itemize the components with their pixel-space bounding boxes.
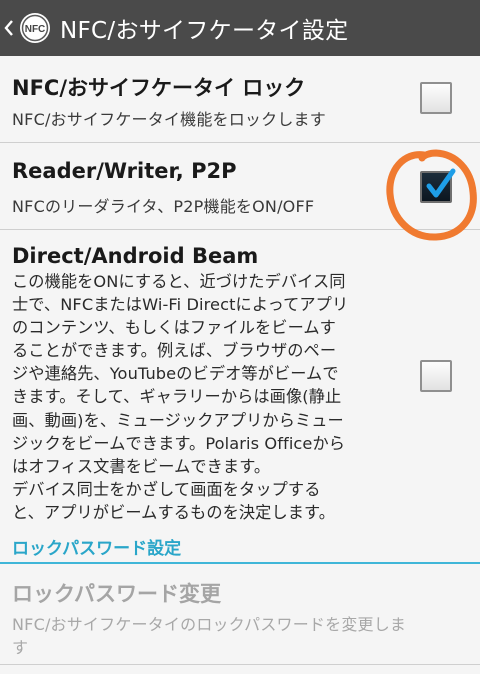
android-beam-checkbox[interactable] bbox=[420, 360, 452, 392]
check-mark-icon bbox=[426, 168, 456, 198]
setting-title: NFC/おサイフケータイ ロック bbox=[12, 76, 306, 100]
setting-summary: NFC/おサイフケータイ機能をロックします bbox=[12, 110, 326, 129]
nfc-app-icon[interactable]: NFC bbox=[18, 11, 52, 45]
action-bar: NFC NFC/おサイフケータイ設定 bbox=[0, 0, 480, 56]
reader-writer-checkbox[interactable] bbox=[420, 168, 456, 203]
setting-title: ロックパスワード変更 bbox=[12, 582, 221, 606]
setting-summary: NFC/おサイフケータイのロックパスワードを変更しま bbox=[12, 615, 407, 634]
setting-nfc-lock[interactable]: NFC/おサイフケータイ ロック NFC/おサイフケータイ機能をロックします bbox=[0, 56, 480, 142]
setting-title: Reader/Writer, P2P bbox=[12, 159, 237, 183]
back-chevron-icon[interactable] bbox=[2, 0, 16, 56]
divider bbox=[0, 664, 480, 665]
setting-summary: NFCのリーダライタ、P2P機能をON/OFF bbox=[12, 197, 315, 216]
setting-android-beam[interactable]: Direct/Android Beam この機能をONにすると、近づけたデバイス… bbox=[0, 230, 480, 526]
section-header-lock-password: ロックパスワード設定 bbox=[12, 539, 182, 559]
setting-description: この機能をONにすると、近づけたデバイス同 士で、NFCまたはWi-Fi Dir… bbox=[12, 272, 349, 522]
screen-title: NFC/おサイフケータイ設定 bbox=[60, 18, 349, 44]
nfc-icon-text: NFC bbox=[25, 24, 46, 35]
setting-summary-line2: す bbox=[12, 638, 29, 657]
setting-reader-writer-p2p[interactable]: Reader/Writer, P2P NFCのリーダライタ、P2P機能をON/O… bbox=[0, 143, 480, 229]
setting-title: Direct/Android Beam bbox=[12, 244, 259, 268]
section-divider bbox=[0, 562, 480, 564]
nfc-lock-checkbox[interactable] bbox=[420, 82, 452, 114]
setting-lock-password-change[interactable]: ロックパスワード変更 NFC/おサイフケータイのロックパスワードを変更しま す bbox=[0, 565, 480, 674]
